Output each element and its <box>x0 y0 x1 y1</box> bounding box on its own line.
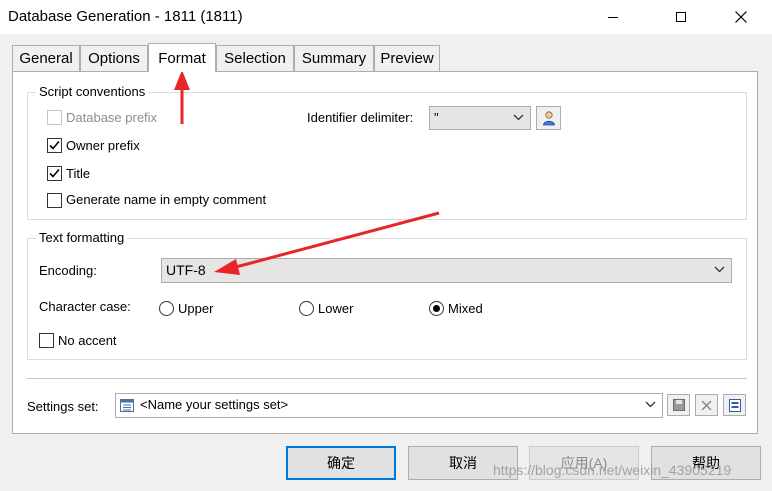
tab-selection[interactable]: Selection <box>216 45 294 71</box>
user-icon <box>542 111 555 126</box>
text-formatting-group: Text formatting Encoding: UTF-8 Characte… <box>27 230 747 360</box>
ok-button[interactable]: 确定 <box>286 446 396 480</box>
database-prefix-checkbox[interactable] <box>47 110 62 125</box>
chevron-down-icon <box>714 266 725 273</box>
ok-button-label: 确定 <box>327 455 355 471</box>
identifier-delimiter-value: " <box>434 110 439 125</box>
case-mixed-label: Mixed <box>448 301 483 316</box>
chevron-down-icon <box>645 401 656 408</box>
close-button[interactable] <box>718 0 764 34</box>
tab-options[interactable]: Options <box>80 45 148 71</box>
user-settings-button[interactable] <box>536 106 561 130</box>
tab-preview[interactable]: Preview <box>374 45 440 71</box>
settings-set-value: <Name your settings set> <box>140 397 289 412</box>
generate-name-label: Generate name in empty comment <box>66 192 267 207</box>
tab-format[interactable]: Format <box>148 43 216 72</box>
delete-icon <box>701 399 712 411</box>
tab-general[interactable]: General <box>12 45 80 71</box>
owner-prefix-label: Owner prefix <box>66 138 140 153</box>
identifier-delimiter-label: Identifier delimiter: <box>307 110 414 125</box>
encoding-value: UTF-8 <box>166 262 206 278</box>
close-icon <box>735 11 747 23</box>
case-lower-radio[interactable] <box>299 301 314 316</box>
encoding-label: Encoding: <box>39 263 97 278</box>
owner-prefix-checkbox[interactable] <box>47 138 62 153</box>
save-icon <box>672 399 685 411</box>
tab-format-label: Format <box>158 49 206 67</box>
format-tab-panel: Script conventions Database prefix Owner… <box>12 71 758 434</box>
watermark-text: https://blog.csdn.net/weixin_43905219 <box>493 462 732 478</box>
no-accent-label: No accent <box>58 333 117 348</box>
delete-settings-button[interactable] <box>695 394 718 416</box>
identifier-delimiter-select[interactable]: " <box>429 106 531 130</box>
character-case-label: Character case: <box>39 299 131 314</box>
case-upper-radio[interactable] <box>159 301 174 316</box>
radio-selected-dot <box>433 305 440 312</box>
chevron-down-icon <box>513 114 524 121</box>
checkmark-icon <box>49 140 60 150</box>
separator <box>27 378 747 379</box>
title-checkbox[interactable] <box>47 166 62 181</box>
cancel-button-label: 取消 <box>449 455 477 471</box>
list-icon <box>120 399 134 412</box>
case-upper-label: Upper <box>178 301 214 316</box>
tab-general-label: General <box>19 50 73 67</box>
case-mixed-radio[interactable] <box>429 301 444 316</box>
minimize-icon <box>608 16 618 18</box>
properties-button[interactable] <box>723 394 746 416</box>
script-conventions-title: Script conventions <box>36 84 149 99</box>
tab-summary[interactable]: Summary <box>294 45 374 71</box>
encoding-select[interactable]: UTF-8 <box>161 258 732 283</box>
tab-preview-label: Preview <box>380 50 434 67</box>
checkmark-icon <box>49 168 60 178</box>
minimize-button[interactable] <box>590 0 636 34</box>
case-lower-label: Lower <box>318 301 354 316</box>
tab-options-label: Options <box>88 50 140 67</box>
script-conventions-group: Script conventions Database prefix Owner… <box>27 84 747 220</box>
generate-name-checkbox[interactable] <box>47 193 62 208</box>
text-formatting-title: Text formatting <box>36 230 128 245</box>
settings-set-label: Settings set: <box>27 399 99 414</box>
window-title: Database Generation - 1811 (1811) <box>8 8 243 25</box>
settings-set-select[interactable]: <Name your settings set> <box>115 393 663 418</box>
maximize-icon <box>676 12 686 22</box>
no-accent-checkbox[interactable] <box>39 333 54 348</box>
title-option-label: Title <box>66 166 91 181</box>
save-settings-button[interactable] <box>667 394 690 416</box>
tab-summary-label: Summary <box>301 50 367 67</box>
maximize-button[interactable] <box>658 0 704 34</box>
title-bar: Database Generation - 1811 (1811) <box>0 0 772 34</box>
database-prefix-label: Database prefix <box>66 110 158 125</box>
document-icon <box>728 398 741 412</box>
tab-selection-label: Selection <box>224 50 286 67</box>
